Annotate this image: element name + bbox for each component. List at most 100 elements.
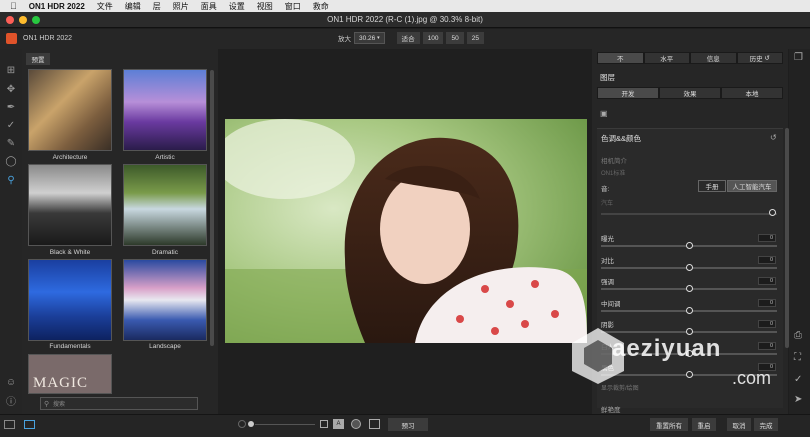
auto-slider-track[interactable] <box>601 213 777 215</box>
tab-local[interactable]: 本地 <box>721 87 783 99</box>
tab-info[interactable]: 信息 <box>690 52 737 64</box>
preset-thumb-landscape[interactable] <box>123 259 207 341</box>
search-icon: ⚲ <box>44 401 50 408</box>
reset-section-icon[interactable]: ↺ <box>770 133 777 142</box>
zoom-fit-button[interactable]: 适合 <box>396 32 420 44</box>
menu-view[interactable]: 视图 <box>257 1 273 12</box>
slider-knob[interactable] <box>685 328 693 335</box>
toggle-panels-icon[interactable] <box>24 420 35 429</box>
menu-edit[interactable]: 编辑 <box>125 1 141 12</box>
clipping-hint[interactable]: 显示裁剪/绘图 <box>601 383 639 392</box>
preset-thumb-fundamentals[interactable] <box>28 259 112 341</box>
menu-photo[interactable]: 照片 <box>173 1 189 12</box>
slider-knob[interactable] <box>685 285 693 292</box>
menu-file[interactable]: 文件 <box>97 1 113 12</box>
app-toolbar: ON1 HDR 2022 放大 30.26 ▾ 适合 100 50 25 <box>0 29 810 49</box>
tab-levels[interactable]: 水平 <box>643 52 690 64</box>
main-photo[interactable] <box>225 119 587 343</box>
zoom-25-button[interactable]: 25 <box>466 32 484 44</box>
done-button[interactable]: 完成 <box>754 418 778 431</box>
zoom-100-button[interactable]: 100 <box>422 32 444 44</box>
move-tool-icon[interactable]: ✥ <box>5 83 17 95</box>
view-tool-icon[interactable]: ⚲ <box>5 174 17 186</box>
chevron-down-icon: ▾ <box>377 35 380 41</box>
a-b-compare-icon[interactable]: A <box>333 419 344 429</box>
reset-all-button[interactable]: 重置所有 <box>650 418 688 431</box>
auto-label: 汽车 <box>601 201 614 207</box>
menu-window[interactable]: 窗口 <box>285 1 301 12</box>
overlay-icon[interactable] <box>369 419 380 429</box>
slider-value-field[interactable]: 0 <box>758 298 776 307</box>
tab-none[interactable]: 不 <box>597 52 644 64</box>
slider-knob[interactable] <box>685 306 693 314</box>
tab-history[interactable]: 历史 ↺ <box>736 52 783 64</box>
crop-tool-icon[interactable]: ⊞ <box>5 64 17 76</box>
menu-help[interactable]: 救命 <box>313 1 329 12</box>
photo-svg <box>225 119 587 343</box>
mode-manual-button[interactable]: 手册 <box>698 180 726 192</box>
menu-mask[interactable]: 面具 <box>201 1 217 12</box>
brush-size-track[interactable] <box>255 424 315 425</box>
camera-profile-value[interactable]: ON1标准 <box>601 168 625 177</box>
minimize-window-button[interactable] <box>19 16 27 24</box>
retouch-tool-icon[interactable]: ✎ <box>5 137 17 149</box>
menu-app-name[interactable]: ON1 HDR 2022 <box>29 2 85 11</box>
send-icon[interactable]: ➤ <box>794 394 802 405</box>
mode-label: 音: <box>601 186 610 193</box>
preview-button[interactable]: 预习 <box>388 418 428 431</box>
slider-knob[interactable] <box>685 263 693 271</box>
preset-thumb-architecture[interactable] <box>28 69 112 151</box>
reset-button[interactable]: 重启 <box>692 418 716 431</box>
presets-scrollbar[interactable] <box>210 70 214 346</box>
app-name: ON1 HDR 2022 <box>23 35 73 42</box>
window-titlebar: ON1 HDR 2022 (R-C (1).jpg @ 30.3% 8-bit) <box>0 12 810 28</box>
tab-develop[interactable]: 开发 <box>597 87 659 99</box>
presets-tab[interactable]: 预置 <box>26 53 50 65</box>
slider-knob[interactable] <box>685 242 693 249</box>
zoom-label: 放大 <box>338 36 351 43</box>
auto-slider-knob[interactable] <box>769 209 776 216</box>
brush-tool-icon[interactable]: ✒ <box>5 101 17 113</box>
slider-value-field[interactable]: 0 <box>758 255 776 264</box>
brush-size-knob[interactable] <box>248 421 254 427</box>
slider-value-field[interactable]: 0 <box>758 277 776 285</box>
cancel-button[interactable]: 取消 <box>727 418 751 431</box>
magic-thumb-text: MAGIC <box>33 375 89 391</box>
slider-value-field[interactable]: 0 <box>758 341 776 350</box>
masking-brush-icon[interactable]: ✓ <box>5 119 17 131</box>
tab-effects[interactable]: 效果 <box>659 87 721 99</box>
slider-value-field[interactable]: 0 <box>758 320 776 328</box>
help-icon[interactable]: ⓘ <box>5 394 17 408</box>
export-icon[interactable]: ⛶ <box>794 352 801 363</box>
watermark-suffix: .com <box>732 368 772 388</box>
toggle-left-panel-icon[interactable] <box>4 420 15 429</box>
loupe-icon[interactable] <box>238 420 246 428</box>
zoom-50-button[interactable]: 50 <box>446 32 464 44</box>
preset-thumb-artistic[interactable] <box>123 69 207 151</box>
menu-settings[interactable]: 设置 <box>229 1 245 12</box>
menu-layer[interactable]: 层 <box>153 1 161 12</box>
compare-square-icon[interactable] <box>320 420 328 428</box>
share-icon[interactable]: ✓ <box>794 374 802 385</box>
mode-ai-auto-button[interactable]: 人工智能汽车 <box>727 180 777 192</box>
preset-thumb-black-white[interactable] <box>28 164 112 246</box>
slider-knob[interactable] <box>685 371 693 378</box>
account-icon[interactable]: ☺ <box>5 376 17 388</box>
preset-search-input[interactable]: ⚲ 搜索 <box>40 397 198 410</box>
add-layer-icon[interactable]: ▣ <box>600 109 608 118</box>
apple-icon[interactable]:  <box>10 1 17 11</box>
preset-thumb-magic[interactable]: MAGIC <box>28 354 112 394</box>
clone-tool-icon[interactable]: ◯ <box>5 155 17 167</box>
browse-icon[interactable]: ❐ <box>794 52 803 63</box>
print-icon[interactable]: ⎙ <box>794 330 802 341</box>
slider-label: 阴影 <box>601 322 614 329</box>
zoom-value-field[interactable]: 30.26 ▾ <box>354 32 385 44</box>
preset-thumb-dramatic[interactable] <box>123 164 207 246</box>
slider-value-field[interactable]: 0 <box>758 234 776 242</box>
zoom-window-button[interactable] <box>32 16 40 24</box>
close-window-button[interactable] <box>6 16 14 24</box>
search-placeholder: 搜索 <box>53 402 66 408</box>
slider-label: 中间调 <box>601 300 621 308</box>
layers-title: 图层 <box>600 73 615 82</box>
mask-view-icon[interactable] <box>351 419 361 429</box>
